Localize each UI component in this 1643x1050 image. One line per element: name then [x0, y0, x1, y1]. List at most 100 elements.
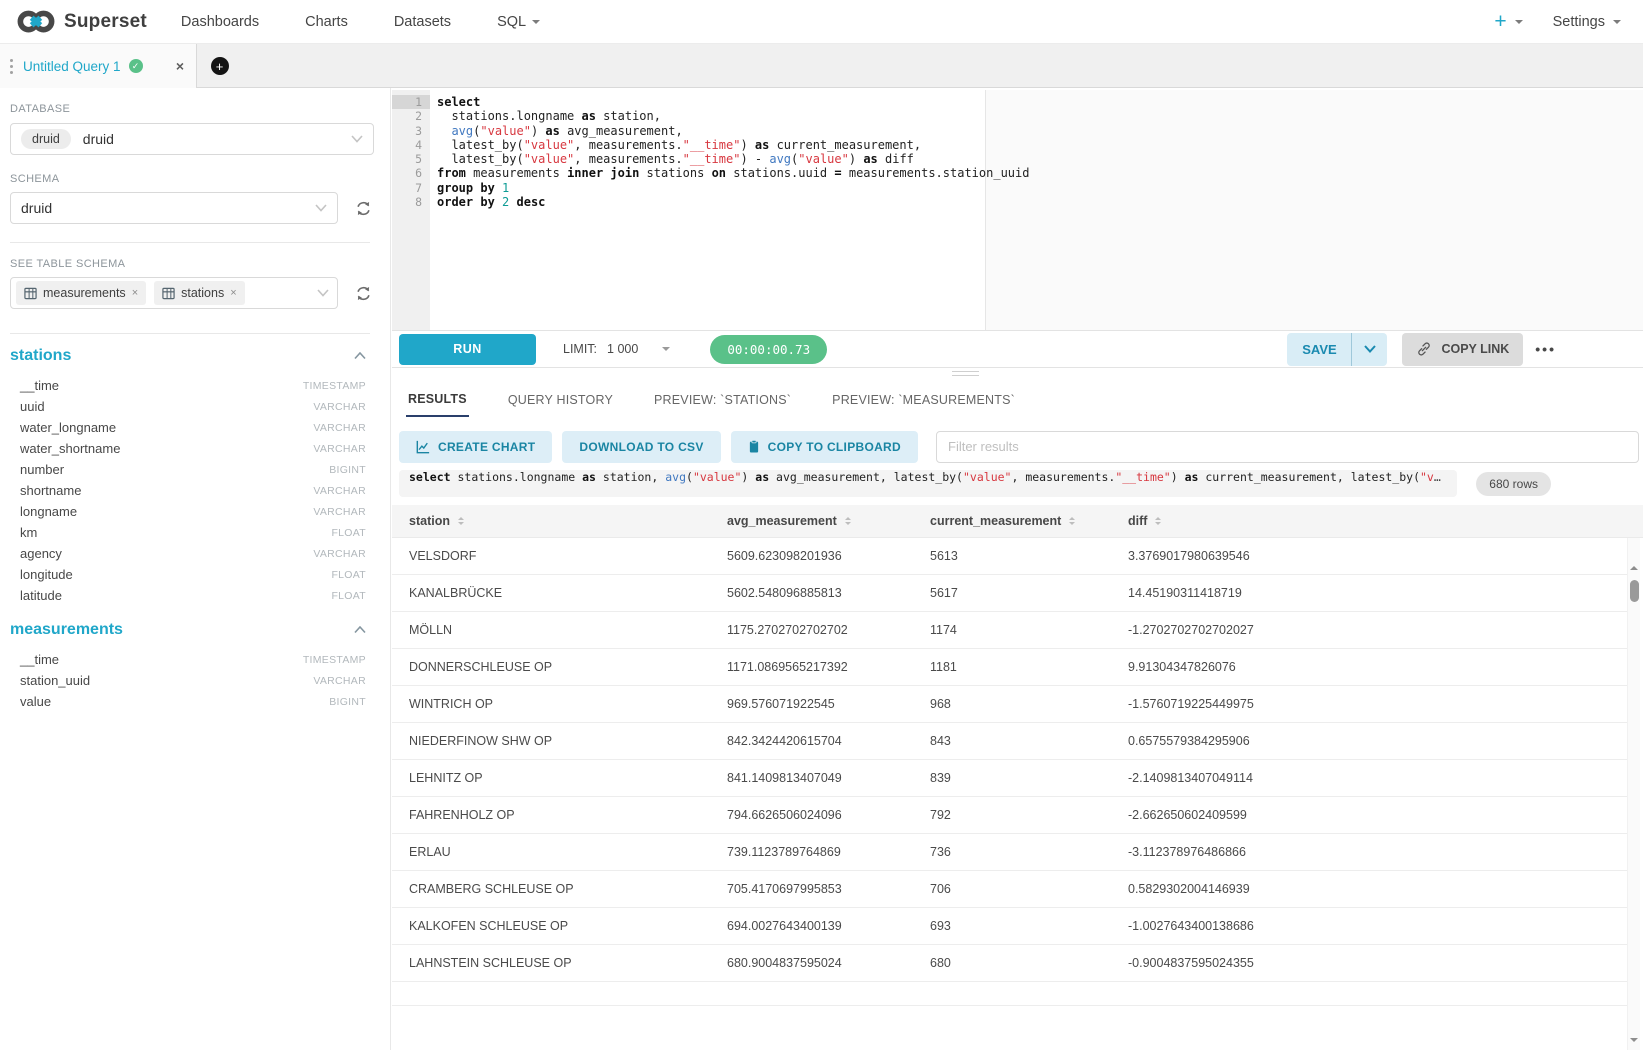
column-row: station_uuidVARCHAR: [10, 670, 374, 691]
chip-remove-icon[interactable]: ×: [132, 287, 138, 299]
schema-select[interactable]: druid: [10, 192, 338, 224]
column-type: VARCHAR: [313, 675, 366, 687]
new-item-button[interactable]: +: [1494, 11, 1506, 32]
sql-token: "value": [524, 152, 575, 166]
column-type: BIGINT: [329, 696, 366, 708]
caret-down-icon[interactable]: [1515, 20, 1523, 28]
nav-item-charts[interactable]: Charts: [305, 14, 348, 30]
refresh-schemas-button[interactable]: [352, 197, 374, 219]
scroll-thumb[interactable]: [1630, 580, 1639, 602]
sql-token: =: [834, 166, 841, 180]
more-actions-button[interactable]: •••: [1535, 341, 1556, 357]
editor-code[interactable]: select stations.longname as station, avg…: [437, 95, 1643, 209]
sqllab-sidebar: DATABASE druid druid SCHEMA druid SEE TA…: [0, 88, 391, 1050]
table-row-partial: [392, 982, 1627, 1006]
superset-brand[interactable]: Superset: [16, 9, 147, 34]
table-cell: 794.6626506024096: [707, 808, 910, 822]
refresh-icon: [354, 199, 373, 218]
sql-token: stations.longname: [451, 470, 583, 484]
sql-token: "value": [963, 470, 1011, 484]
sql-token: ): [1171, 470, 1185, 484]
results-tab-results[interactable]: RESULTS: [406, 382, 469, 417]
line-number: 3: [392, 124, 430, 138]
copy-clipboard-button[interactable]: COPY TO CLIPBOARD: [731, 431, 918, 463]
close-icon[interactable]: ×: [176, 58, 184, 74]
sql-token: "value": [798, 152, 849, 166]
results-tab-preview-measurements-[interactable]: PREVIEW: `MEASUREMENTS`: [830, 383, 1017, 416]
column-type: VARCHAR: [313, 506, 366, 518]
editor-toolbar: RUN LIMIT: 1 000 00:00:00.73 SAVE COPY L…: [392, 330, 1643, 368]
chevron-up-icon[interactable]: [354, 352, 366, 360]
nav-item-datasets[interactable]: Datasets: [394, 14, 451, 30]
results-tab-query-history[interactable]: QUERY HISTORY: [506, 383, 615, 416]
column-header-current_measurement[interactable]: current_measurement: [910, 514, 1108, 528]
save-button[interactable]: SAVE: [1287, 333, 1351, 366]
copy-link-button[interactable]: COPY LINK: [1402, 333, 1523, 366]
column-name: water_shortname: [20, 441, 120, 456]
table-section-stations[interactable]: stations: [10, 343, 374, 369]
save-options-button[interactable]: [1352, 333, 1387, 366]
sql-token: current_measurement,: [769, 138, 921, 152]
scroll-up-icon[interactable]: [1630, 566, 1638, 570]
refresh-tables-button[interactable]: [352, 282, 374, 304]
column-header-station[interactable]: station: [392, 514, 707, 528]
query-tab[interactable]: Untitled Query 1 ✓ ×: [0, 44, 197, 88]
table-cell: 5602.548096885813: [707, 586, 910, 600]
caret-down-icon[interactable]: [1613, 20, 1621, 28]
create-chart-button[interactable]: CREATE CHART: [399, 431, 552, 463]
limit-dropdown[interactable]: LIMIT: 1 000: [563, 342, 670, 356]
chip-remove-icon[interactable]: ×: [230, 287, 236, 299]
sql-editor[interactable]: 12345678 select stations.longname as sta…: [392, 90, 1643, 330]
table-cell: 843: [910, 734, 1108, 748]
chevron-up-icon[interactable]: [354, 626, 366, 634]
clipboard-icon: [748, 439, 760, 454]
column-row: kmFLOAT: [10, 522, 374, 543]
table-cell: 1174: [910, 623, 1108, 637]
nav-item-dashboards[interactable]: Dashboards: [181, 14, 259, 30]
sql-token: as: [582, 109, 596, 123]
results-tab-preview-stations-[interactable]: PREVIEW: `STATIONS`: [652, 383, 793, 416]
column-type: VARCHAR: [313, 443, 366, 455]
download-csv-button[interactable]: DOWNLOAD TO CSV: [562, 431, 720, 463]
column-type: VARCHAR: [313, 485, 366, 497]
settings-menu[interactable]: Settings: [1553, 14, 1605, 30]
sql-token: ) -: [740, 152, 769, 166]
column-type: VARCHAR: [313, 422, 366, 434]
sql-token: select: [409, 470, 451, 484]
sql-token: desc: [517, 195, 546, 209]
pane-splitter[interactable]: [392, 368, 1643, 380]
column-name: number: [20, 462, 64, 477]
code-line: stations.longname as station,: [437, 109, 1643, 123]
vertical-scrollbar[interactable]: [1627, 538, 1640, 1050]
table-cell: 842.3424420615704: [707, 734, 910, 748]
table-cell: 694.0027643400139: [707, 919, 910, 933]
nav-item-sql[interactable]: SQL: [497, 14, 540, 30]
table-row: VELSDORF5609.62309820193656133.376901798…: [392, 538, 1627, 575]
table-chip-stations[interactable]: stations ×: [154, 281, 245, 305]
column-header-avg_measurement[interactable]: avg_measurement: [707, 514, 910, 528]
database-select[interactable]: druid druid: [10, 123, 374, 155]
table-select[interactable]: measurements × stations ×: [10, 277, 338, 309]
drag-dots-icon[interactable]: [10, 59, 13, 74]
results-actions: CREATE CHART DOWNLOAD TO CSV COPY TO CLI…: [399, 430, 1643, 463]
sql-token: as: [1185, 470, 1199, 484]
code-line: select: [437, 95, 1643, 109]
drag-handle-icon[interactable]: [952, 371, 979, 379]
table-section-measurements[interactable]: measurements: [10, 617, 374, 643]
column-header-diff[interactable]: diff: [1108, 514, 1643, 528]
check-circle-icon: ✓: [129, 59, 143, 73]
new-query-tab-button[interactable]: +: [197, 44, 242, 88]
sort-icon: [458, 517, 464, 525]
schema-label: SCHEMA: [10, 173, 374, 185]
column-type: TIMESTAMP: [303, 654, 366, 666]
sql-token: "__time": [683, 138, 741, 152]
filter-results-input[interactable]: [936, 431, 1639, 463]
table-cell: -2.1409813407049114: [1108, 771, 1627, 785]
sql-token: [495, 195, 502, 209]
run-button[interactable]: RUN: [399, 334, 536, 365]
sql-token: avg: [769, 152, 791, 166]
editor-gutter: 12345678: [392, 90, 430, 330]
scroll-down-icon[interactable]: [1630, 1038, 1638, 1042]
table-chip-measurements[interactable]: measurements ×: [16, 281, 146, 305]
sql-token: stations: [639, 166, 711, 180]
